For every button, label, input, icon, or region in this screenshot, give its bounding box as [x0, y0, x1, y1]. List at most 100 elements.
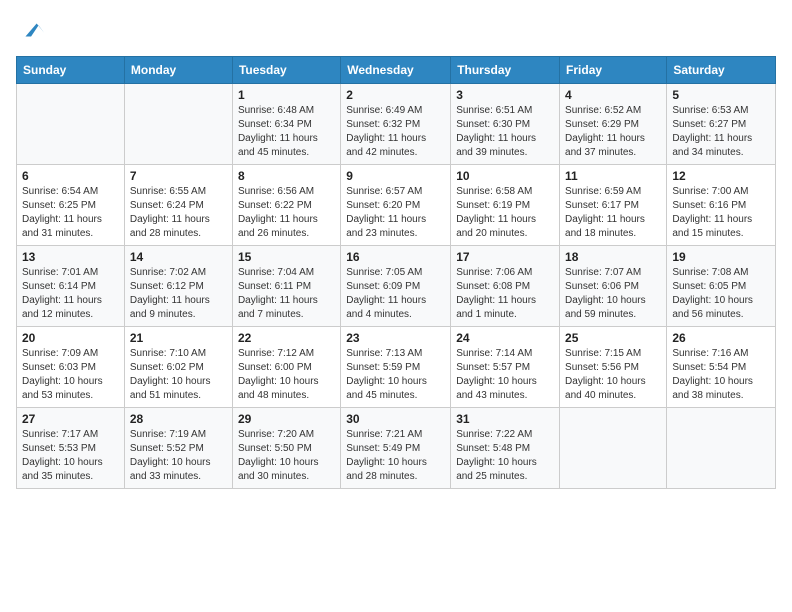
logo [16, 16, 46, 44]
day-number: 25 [565, 331, 661, 345]
day-number: 9 [346, 169, 445, 183]
day-cell: 30 Sunrise: 7:21 AMSunset: 5:49 PMDayligh… [341, 408, 451, 489]
day-cell: 6 Sunrise: 6:54 AMSunset: 6:25 PMDaylight… [17, 165, 125, 246]
day-cell: 27 Sunrise: 7:17 AMSunset: 5:53 PMDayligh… [17, 408, 125, 489]
header-day-thursday: Thursday [451, 57, 560, 84]
calendar-table: SundayMondayTuesdayWednesdayThursdayFrid… [16, 56, 776, 489]
day-number: 15 [238, 250, 335, 264]
day-info: Sunrise: 7:09 AMSunset: 6:03 PMDaylight:… [22, 347, 119, 403]
header-day-tuesday: Tuesday [232, 57, 340, 84]
day-cell [560, 408, 667, 489]
week-row-5: 27 Sunrise: 7:17 AMSunset: 5:53 PMDayligh… [17, 408, 776, 489]
day-cell [667, 408, 776, 489]
day-cell: 13Sunrise: 7:01 AMSunset: 6:14 PMDayligh… [17, 246, 125, 327]
day-cell: 3Sunrise: 6:51 AMSunset: 6:30 PMDaylight… [451, 84, 560, 165]
day-number: 18 [565, 250, 661, 264]
day-cell: 10 Sunrise: 6:58 AMSunset: 6:19 PMDayligh… [451, 165, 560, 246]
day-cell: 14 Sunrise: 7:02 AMSunset: 6:12 PMDayligh… [124, 246, 232, 327]
day-number: 24 [456, 331, 554, 345]
day-number: 29 [238, 412, 335, 426]
day-info: Sunrise: 7:07 AMSunset: 6:06 PMDaylight:… [565, 266, 661, 322]
day-cell: 9 Sunrise: 6:57 AMSunset: 6:20 PMDaylight… [341, 165, 451, 246]
day-number: 3 [456, 88, 554, 102]
day-number: 12 [672, 169, 770, 183]
day-cell [124, 84, 232, 165]
day-number: 28 [130, 412, 227, 426]
day-cell: 15 Sunrise: 7:04 AMSunset: 6:11 PMDayligh… [232, 246, 340, 327]
week-row-4: 20 Sunrise: 7:09 AMSunset: 6:03 PMDayligh… [17, 327, 776, 408]
day-info: Sunrise: 7:10 AMSunset: 6:02 PMDaylight:… [130, 347, 227, 403]
day-cell: 11Sunrise: 6:59 AMSunset: 6:17 PMDayligh… [560, 165, 667, 246]
day-cell: 1 Sunrise: 6:48 AMSunset: 6:34 PMDaylight… [232, 84, 340, 165]
day-number: 7 [130, 169, 227, 183]
day-info: Sunrise: 7:19 AMSunset: 5:52 PMDaylight:… [130, 428, 227, 484]
day-cell: 24 Sunrise: 7:14 AMSunset: 5:57 PMDayligh… [451, 327, 560, 408]
day-number: 4 [565, 88, 661, 102]
day-cell: 31Sunrise: 7:22 AMSunset: 5:48 PMDayligh… [451, 408, 560, 489]
day-number: 16 [346, 250, 445, 264]
day-info: Sunrise: 7:01 AMSunset: 6:14 PMDaylight:… [22, 266, 119, 322]
day-cell: 2 Sunrise: 6:49 AMSunset: 6:32 PMDaylight… [341, 84, 451, 165]
day-cell: 16 Sunrise: 7:05 AMSunset: 6:09 PMDayligh… [341, 246, 451, 327]
day-info: Sunrise: 6:49 AMSunset: 6:32 PMDaylight:… [346, 104, 445, 160]
day-info: Sunrise: 7:15 AMSunset: 5:56 PMDaylight:… [565, 347, 661, 403]
day-info: Sunrise: 6:59 AMSunset: 6:17 PMDaylight:… [565, 185, 661, 241]
day-cell: 29Sunrise: 7:20 AMSunset: 5:50 PMDayligh… [232, 408, 340, 489]
day-cell: 22Sunrise: 7:12 AMSunset: 6:00 PMDayligh… [232, 327, 340, 408]
day-number: 20 [22, 331, 119, 345]
day-cell [17, 84, 125, 165]
header-day-sunday: Sunday [17, 57, 125, 84]
day-cell: 28 Sunrise: 7:19 AMSunset: 5:52 PMDayligh… [124, 408, 232, 489]
day-info: Sunrise: 7:04 AMSunset: 6:11 PMDaylight:… [238, 266, 335, 322]
day-info: Sunrise: 6:52 AMSunset: 6:29 PMDaylight:… [565, 104, 661, 160]
day-number: 2 [346, 88, 445, 102]
calendar-body: 1 Sunrise: 6:48 AMSunset: 6:34 PMDaylight… [17, 84, 776, 489]
day-number: 27 [22, 412, 119, 426]
day-cell: 17Sunrise: 7:06 AMSunset: 6:08 PMDayligh… [451, 246, 560, 327]
day-info: Sunrise: 6:57 AMSunset: 6:20 PMDaylight:… [346, 185, 445, 241]
day-number: 26 [672, 331, 770, 345]
day-number: 10 [456, 169, 554, 183]
day-number: 6 [22, 169, 119, 183]
day-cell: 8 Sunrise: 6:56 AMSunset: 6:22 PMDaylight… [232, 165, 340, 246]
day-info: Sunrise: 7:00 AMSunset: 6:16 PMDaylight:… [672, 185, 770, 241]
day-number: 8 [238, 169, 335, 183]
day-info: Sunrise: 6:56 AMSunset: 6:22 PMDaylight:… [238, 185, 335, 241]
day-number: 17 [456, 250, 554, 264]
day-info: Sunrise: 7:21 AMSunset: 5:49 PMDaylight:… [346, 428, 445, 484]
header-day-saturday: Saturday [667, 57, 776, 84]
header-day-wednesday: Wednesday [341, 57, 451, 84]
day-info: Sunrise: 6:58 AMSunset: 6:19 PMDaylight:… [456, 185, 554, 241]
day-info: Sunrise: 6:48 AMSunset: 6:34 PMDaylight:… [238, 104, 335, 160]
day-info: Sunrise: 7:08 AMSunset: 6:05 PMDaylight:… [672, 266, 770, 322]
day-info: Sunrise: 6:55 AMSunset: 6:24 PMDaylight:… [130, 185, 227, 241]
header-row: SundayMondayTuesdayWednesdayThursdayFrid… [17, 57, 776, 84]
day-number: 21 [130, 331, 227, 345]
day-cell: 19Sunrise: 7:08 AMSunset: 6:05 PMDayligh… [667, 246, 776, 327]
day-cell: 7 Sunrise: 6:55 AMSunset: 6:24 PMDaylight… [124, 165, 232, 246]
day-info: Sunrise: 6:54 AMSunset: 6:25 PMDaylight:… [22, 185, 119, 241]
day-info: Sunrise: 7:16 AMSunset: 5:54 PMDaylight:… [672, 347, 770, 403]
day-cell: 5 Sunrise: 6:53 AMSunset: 6:27 PMDaylight… [667, 84, 776, 165]
day-cell: 25 Sunrise: 7:15 AMSunset: 5:56 PMDayligh… [560, 327, 667, 408]
page-header [16, 16, 776, 44]
day-number: 1 [238, 88, 335, 102]
day-info: Sunrise: 7:22 AMSunset: 5:48 PMDaylight:… [456, 428, 554, 484]
day-number: 30 [346, 412, 445, 426]
day-cell: 12 Sunrise: 7:00 AMSunset: 6:16 PMDayligh… [667, 165, 776, 246]
day-info: Sunrise: 7:13 AMSunset: 5:59 PMDaylight:… [346, 347, 445, 403]
day-info: Sunrise: 7:12 AMSunset: 6:00 PMDaylight:… [238, 347, 335, 403]
day-number: 14 [130, 250, 227, 264]
day-info: Sunrise: 7:05 AMSunset: 6:09 PMDaylight:… [346, 266, 445, 322]
week-row-3: 13Sunrise: 7:01 AMSunset: 6:14 PMDayligh… [17, 246, 776, 327]
day-number: 5 [672, 88, 770, 102]
header-day-monday: Monday [124, 57, 232, 84]
day-cell: 26 Sunrise: 7:16 AMSunset: 5:54 PMDayligh… [667, 327, 776, 408]
day-info: Sunrise: 6:53 AMSunset: 6:27 PMDaylight:… [672, 104, 770, 160]
day-cell: 21 Sunrise: 7:10 AMSunset: 6:02 PMDayligh… [124, 327, 232, 408]
day-info: Sunrise: 7:17 AMSunset: 5:53 PMDaylight:… [22, 428, 119, 484]
calendar-header: SundayMondayTuesdayWednesdayThursdayFrid… [17, 57, 776, 84]
day-info: Sunrise: 7:02 AMSunset: 6:12 PMDaylight:… [130, 266, 227, 322]
day-cell: 18 Sunrise: 7:07 AMSunset: 6:06 PMDayligh… [560, 246, 667, 327]
day-info: Sunrise: 7:14 AMSunset: 5:57 PMDaylight:… [456, 347, 554, 403]
